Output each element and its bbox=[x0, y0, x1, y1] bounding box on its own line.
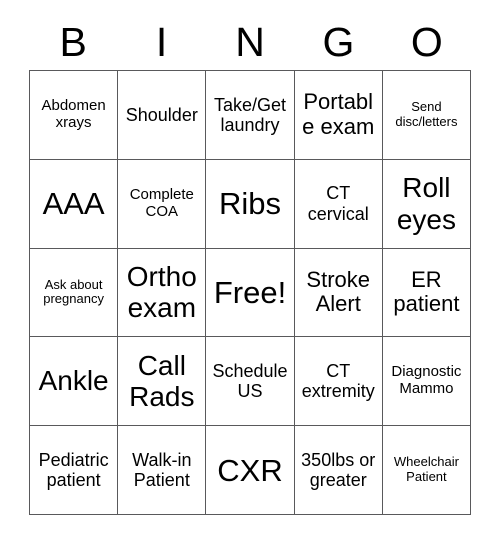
bingo-cell-g2[interactable]: CT cervical bbox=[294, 159, 383, 249]
bingo-cell-o4[interactable]: Diagnostic Mammo bbox=[382, 337, 472, 427]
bingo-cell-label: Stroke Alert bbox=[306, 266, 370, 317]
bingo-cell-label: Schedule US bbox=[212, 360, 288, 402]
bingo-cell-o2[interactable]: Roll eyes bbox=[382, 159, 472, 249]
bingo-header: B I N G O bbox=[29, 14, 471, 70]
bingo-cell-label: Call Rads bbox=[129, 349, 195, 413]
bingo-cell-label: Ribs bbox=[219, 186, 282, 222]
bingo-row: Abdomen xrays Shoulder Take/Get laundry … bbox=[30, 71, 472, 160]
bingo-header-letter-b: B bbox=[59, 18, 87, 65]
bingo-cell-label: ER patient bbox=[393, 266, 460, 317]
bingo-cell-g3[interactable]: Stroke Alert bbox=[294, 248, 383, 338]
bingo-cell-i3[interactable]: Ortho exam bbox=[118, 248, 207, 338]
bingo-cell-n4[interactable]: Schedule US bbox=[206, 337, 295, 427]
bingo-cell-label: Wheelchair Patient bbox=[393, 454, 459, 485]
bingo-cell-n1[interactable]: Take/Get laundry bbox=[206, 71, 295, 160]
bingo-cell-b1[interactable]: Abdomen xrays bbox=[30, 71, 119, 160]
bingo-header-letter-o: O bbox=[410, 18, 443, 65]
bingo-row: AAA Complete COA Ribs CT cervical Roll e… bbox=[30, 159, 472, 249]
bingo-cell-free-space[interactable]: Free! bbox=[206, 248, 295, 338]
bingo-cell-label: Shoulder bbox=[125, 104, 198, 125]
bingo-cell-label: CXR bbox=[217, 452, 283, 488]
bingo-cell-i5[interactable]: Walk-in Patient bbox=[118, 426, 207, 515]
bingo-cell-label: Ask about pregnancy bbox=[43, 276, 104, 307]
bingo-cell-o3[interactable]: ER patient bbox=[382, 248, 472, 338]
bingo-cell-label: Abdomen xrays bbox=[41, 96, 106, 131]
bingo-grid: Abdomen xrays Shoulder Take/Get laundry … bbox=[29, 70, 472, 515]
bingo-header-letter-i: I bbox=[155, 18, 168, 65]
bingo-row: Ankle Call Rads Schedule US CT extremity… bbox=[30, 337, 472, 427]
bingo-cell-label: Pediatric patient bbox=[38, 449, 109, 491]
bingo-cell-b2[interactable]: AAA bbox=[30, 159, 119, 249]
bingo-cell-g5[interactable]: 350lbs or greater bbox=[294, 426, 383, 515]
bingo-row: Ask about pregnancy Ortho exam Free! Str… bbox=[30, 248, 472, 338]
bingo-cell-g4[interactable]: CT extremity bbox=[294, 337, 383, 427]
bingo-header-letter-g: G bbox=[322, 18, 355, 65]
bingo-cell-label: Complete COA bbox=[129, 185, 194, 220]
bingo-cell-b5[interactable]: Pediatric patient bbox=[30, 426, 119, 515]
bingo-cell-label: Free! bbox=[213, 274, 287, 310]
bingo-cell-n5[interactable]: CXR bbox=[206, 426, 295, 515]
bingo-cell-b4[interactable]: Ankle bbox=[30, 337, 119, 427]
bingo-cell-label: Take/Get laundry bbox=[213, 94, 287, 135]
bingo-cell-i1[interactable]: Shoulder bbox=[118, 71, 207, 160]
bingo-cell-i4[interactable]: Call Rads bbox=[118, 337, 207, 427]
bingo-cell-i2[interactable]: Complete COA bbox=[118, 159, 207, 249]
bingo-cell-label: Portable exam bbox=[302, 89, 375, 139]
bingo-cell-label: AAA bbox=[42, 186, 105, 222]
bingo-cell-label: Walk-in Patient bbox=[132, 449, 192, 491]
bingo-cell-label: 350lbs or greater bbox=[301, 449, 376, 491]
bingo-cell-label: Send disc/letters bbox=[395, 99, 458, 129]
bingo-cell-label: Roll eyes bbox=[396, 172, 456, 235]
bingo-cell-o1[interactable]: Send disc/letters bbox=[382, 71, 472, 160]
bingo-cell-b3[interactable]: Ask about pregnancy bbox=[30, 248, 119, 338]
bingo-cell-o5[interactable]: Wheelchair Patient bbox=[382, 426, 472, 515]
bingo-cell-label: Ankle bbox=[38, 365, 109, 397]
bingo-cell-label: Ortho exam bbox=[126, 260, 197, 324]
bingo-cell-g1[interactable]: Portable exam bbox=[294, 71, 383, 160]
bingo-cell-label: CT cervical bbox=[307, 183, 369, 224]
bingo-header-letter-n: N bbox=[235, 18, 265, 65]
bingo-card: B I N G O Abdomen xrays Shoulder Take/Ge… bbox=[0, 0, 500, 544]
bingo-cell-label: CT extremity bbox=[301, 360, 375, 402]
bingo-cell-label: Diagnostic Mammo bbox=[391, 363, 462, 398]
bingo-row: Pediatric patient Walk-in Patient CXR 35… bbox=[30, 426, 472, 515]
bingo-cell-n2[interactable]: Ribs bbox=[206, 159, 295, 249]
